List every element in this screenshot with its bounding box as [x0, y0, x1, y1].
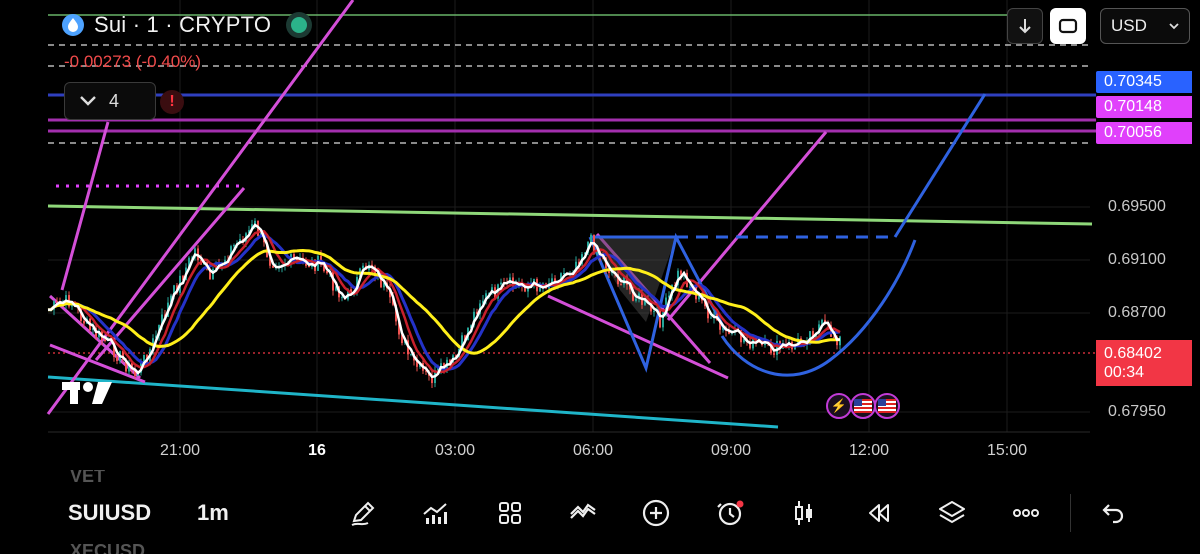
us-flag-icon[interactable] — [850, 393, 876, 419]
candle-body — [659, 309, 661, 328]
economic-events[interactable]: ⚡ — [826, 393, 900, 419]
candle-body — [83, 321, 85, 324]
price-axis-label: 0.69500 — [1108, 198, 1166, 215]
bar-countdown: 00:34 — [1104, 364, 1145, 381]
candles-icon — [795, 501, 812, 525]
candle-body — [233, 245, 235, 247]
currency-value: USD — [1111, 16, 1147, 35]
indicators-button[interactable] — [415, 493, 455, 533]
price-tag-magenta: 0.70056 — [1096, 122, 1192, 144]
replay-icon — [869, 504, 889, 522]
time-axis-label: 21:00 — [159, 442, 201, 459]
current-price: 0.68402 — [1104, 345, 1162, 362]
candle-body — [539, 287, 541, 292]
interval-selector[interactable]: 1m — [197, 500, 229, 526]
candle-body — [563, 272, 565, 274]
chevron-down-icon — [1169, 23, 1179, 30]
indicators-icon — [423, 503, 447, 524]
layout-button[interactable] — [490, 493, 530, 533]
arrow-down-icon — [1019, 19, 1031, 34]
price-tag-magenta: 0.70148 — [1096, 96, 1192, 118]
patterns-button[interactable] — [563, 493, 603, 533]
fullscreen-icon — [1058, 18, 1078, 34]
candle-body — [56, 301, 58, 303]
tradingview-logo-icon[interactable] — [62, 380, 114, 406]
alert-icon[interactable]: ! — [160, 90, 184, 114]
candle-body — [653, 311, 655, 313]
candle-body — [116, 356, 118, 361]
fullscreen-button[interactable] — [1050, 8, 1086, 44]
time-axis-label: 15:00 — [986, 442, 1028, 459]
indicators-toggle[interactable]: 4 — [64, 82, 156, 120]
undo-button[interactable] — [1093, 493, 1133, 533]
layers-icon — [939, 501, 965, 524]
grid-icon — [499, 502, 521, 524]
candle-body — [635, 298, 637, 301]
indicators-count: 4 — [109, 90, 120, 111]
pencil-icon — [351, 501, 375, 526]
candle-body — [362, 265, 364, 269]
toolbar-separator — [1070, 494, 1071, 532]
alert-clock-icon — [717, 500, 744, 526]
download-button[interactable] — [1007, 8, 1043, 44]
market-status-dot — [291, 17, 308, 33]
currency-select[interactable]: USD — [1100, 8, 1190, 44]
candle-body — [620, 284, 622, 286]
price-axis-label: 0.67950 — [1108, 403, 1166, 420]
undo-icon — [1102, 504, 1124, 524]
replay-button[interactable] — [858, 493, 898, 533]
symbol-header[interactable]: Sui · 1 · CRYPTO — [62, 12, 308, 38]
draw-button[interactable] — [343, 493, 383, 533]
price-axis-label: 0.69100 — [1108, 251, 1166, 268]
symbol-selector[interactable]: SUIUSD — [68, 500, 151, 526]
pattern-icon — [570, 503, 596, 519]
layers-button[interactable] — [932, 493, 972, 533]
price-change: -0.00273 (-0.40%) — [64, 52, 202, 71]
lightning-icon[interactable]: ⚡ — [826, 393, 852, 419]
time-axis-label: 12:00 — [848, 442, 890, 459]
time-axis-label: 06:00 — [572, 442, 614, 459]
add-icon — [642, 499, 670, 527]
candle-body — [341, 297, 343, 299]
sui-logo-icon — [62, 14, 84, 36]
add-button[interactable] — [636, 493, 676, 533]
alerts-button[interactable] — [710, 493, 750, 533]
watchlist-next-symbol[interactable]: XECUSD — [70, 540, 145, 554]
price-axis-label: 0.68700 — [1108, 304, 1166, 321]
symbol-title: Sui · 1 · CRYPTO — [94, 12, 272, 37]
us-flag-icon[interactable] — [874, 393, 900, 419]
candle-body — [773, 353, 775, 355]
candle-body — [590, 234, 592, 243]
candle-body — [710, 317, 712, 319]
time-axis-label: 09:00 — [710, 442, 752, 459]
time-axis-label: 16 — [308, 442, 326, 459]
candle-body — [308, 265, 310, 267]
chart-type-button[interactable] — [784, 493, 824, 533]
watchlist-prev-symbol[interactable]: VET — [70, 470, 105, 484]
more-button[interactable] — [1006, 493, 1046, 533]
more-icon — [1013, 509, 1039, 517]
chevron-down-icon — [80, 96, 96, 106]
time-axis-label: 03:00 — [434, 442, 476, 459]
price-tag-blue: 0.70345 — [1096, 71, 1192, 93]
candle-body — [500, 282, 502, 285]
current-price-tag: 0.68402 00:34 — [1096, 340, 1192, 386]
candle-body — [104, 339, 106, 342]
